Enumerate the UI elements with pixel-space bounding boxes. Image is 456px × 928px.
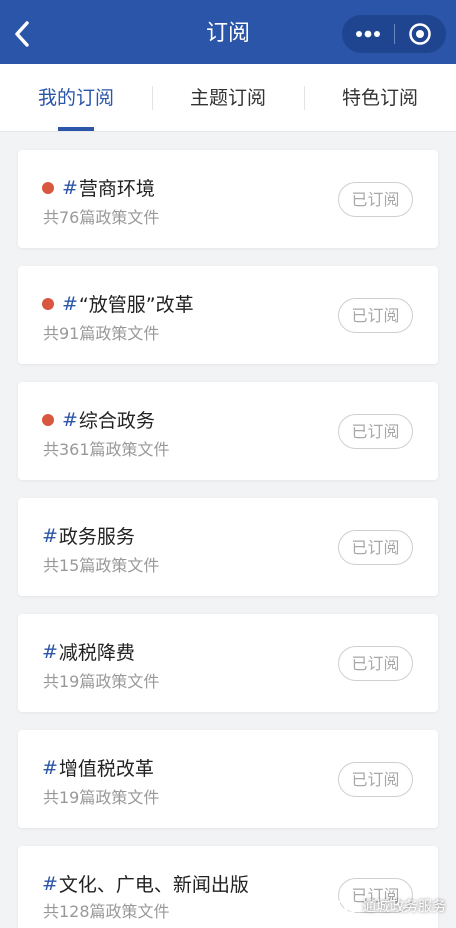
subscription-title: 减税降费 <box>58 642 135 664</box>
subscribed-button[interactable]: 已订阅 <box>338 414 413 449</box>
subscription-card[interactable]: # “放管服”改革 共91篇政策文件 已订阅 <box>18 266 438 364</box>
card-title: # 营商环境 <box>42 174 155 201</box>
policy-count: 共76篇政策文件 <box>43 208 160 227</box>
wechat-icon <box>338 897 358 914</box>
card-title: # “放管服”改革 <box>42 290 194 317</box>
subscription-title: 政务服务 <box>58 526 135 548</box>
subscription-title: 增值税改革 <box>58 758 154 780</box>
subscription-card[interactable]: # 政务服务 共15篇政策文件 已订阅 <box>18 498 438 596</box>
subscribed-button[interactable]: 已订阅 <box>338 182 413 217</box>
policy-count: 共19篇政策文件 <box>43 672 160 691</box>
more-dots-icon <box>355 30 380 38</box>
tab-topic-subscriptions[interactable]: 主题订阅 <box>152 64 304 132</box>
target-icon <box>409 23 431 45</box>
subscription-title: 文化、广电、新闻出版 <box>58 874 249 896</box>
hash-icon: # <box>42 640 58 663</box>
watermark-text: 通城政务服务 <box>362 899 446 915</box>
policy-count: 共15篇政策文件 <box>43 556 160 575</box>
policy-count: 共128篇政策文件 <box>43 902 170 921</box>
hash-icon: # <box>42 756 58 779</box>
card-title: # 文化、广电、新闻出版 <box>42 870 249 897</box>
card-title: # 增值税改革 <box>42 754 154 781</box>
close-mini-program-button[interactable] <box>394 15 446 53</box>
more-button[interactable] <box>342 15 394 53</box>
hash-icon: # <box>62 292 78 315</box>
subscription-title: 营商环境 <box>78 178 155 200</box>
watermark: 通城政务服务 <box>338 896 446 916</box>
subscribed-button[interactable]: 已订阅 <box>338 530 413 565</box>
card-title: # 综合政务 <box>42 406 155 433</box>
card-title: # 政务服务 <box>42 522 135 549</box>
policy-count: 共19篇政策文件 <box>43 788 160 807</box>
new-dot-indicator <box>42 413 54 426</box>
new-dot-indicator <box>42 297 54 310</box>
mini-program-capsule <box>342 15 446 53</box>
policy-count: 共91篇政策文件 <box>43 324 160 343</box>
subscribed-button[interactable]: 已订阅 <box>338 646 413 681</box>
hash-icon: # <box>42 872 58 895</box>
new-dot-indicator <box>42 181 54 194</box>
active-tab-indicator <box>58 127 94 131</box>
top-bar: 订阅 <box>0 0 456 64</box>
subscription-card[interactable]: # 综合政务 共361篇政策文件 已订阅 <box>18 382 438 480</box>
hash-icon: # <box>62 176 78 199</box>
tab-featured-subscriptions[interactable]: 特色订阅 <box>304 64 456 132</box>
subscription-title: 综合政务 <box>78 410 155 432</box>
hash-icon: # <box>62 408 78 431</box>
policy-count: 共361篇政策文件 <box>43 440 170 459</box>
subscription-card[interactable]: # 减税降费 共19篇政策文件 已订阅 <box>18 614 438 712</box>
subscribed-button[interactable]: 已订阅 <box>338 762 413 797</box>
tab-my-subscriptions[interactable]: 我的订阅 <box>0 64 152 132</box>
hash-icon: # <box>42 524 58 547</box>
subscription-card[interactable]: # 营商环境 共76篇政策文件 已订阅 <box>18 150 438 248</box>
subscription-title: “放管服”改革 <box>78 294 194 316</box>
subscribed-button[interactable]: 已订阅 <box>338 298 413 333</box>
card-title: # 减税降费 <box>42 638 135 665</box>
tab-bar: 我的订阅 主题订阅 特色订阅 <box>0 64 456 132</box>
subscription-card[interactable]: # 增值税改革 共19篇政策文件 已订阅 <box>18 730 438 828</box>
